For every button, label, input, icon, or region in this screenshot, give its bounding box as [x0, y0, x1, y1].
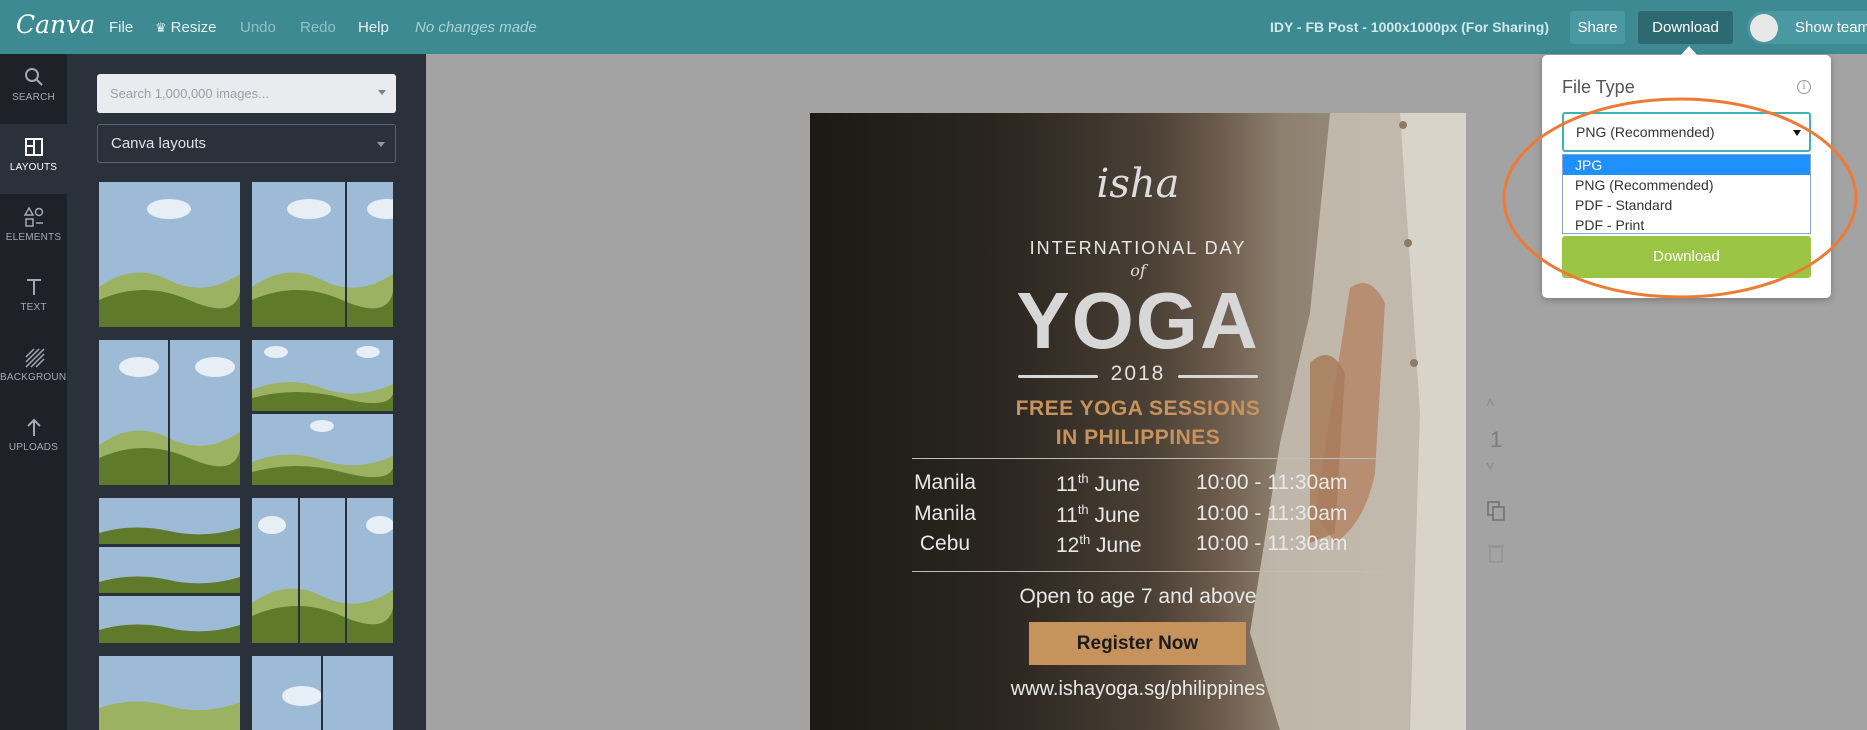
page-number: 1 [1490, 427, 1503, 452]
layouts-panel: Canva layouts [67, 54, 426, 730]
layout-thumbnail[interactable] [99, 340, 240, 485]
top-bar: Canva File ♛ Resize Undo Redo Help No cha… [0, 0, 1867, 54]
download-confirm-button[interactable]: Download [1562, 236, 1811, 278]
rail-item-elements[interactable]: ELEMENTS [0, 194, 67, 264]
layout-thumbnail[interactable] [99, 182, 240, 327]
intl-day-heading: INTERNATIONAL DAY [1029, 238, 1247, 258]
schedule-row: Manila 11th June 10:00 - 11:30am [810, 471, 1466, 501]
rail-item-uploads[interactable]: UPLOADS [0, 404, 67, 474]
file-type-select[interactable]: PNG (Recommended) [1562, 112, 1811, 152]
rail-item-layouts[interactable]: LAYOUTS [0, 124, 67, 194]
chevron-up-icon[interactable]: ˄ [1486, 394, 1494, 410]
chevron-down-icon [1793, 130, 1801, 136]
file-type-option-jpg[interactable]: JPG [1563, 155, 1810, 175]
rail-label: UPLOADS [8, 442, 59, 453]
schedule-time: 10:00 - 11:30am [1196, 502, 1348, 525]
layouts-icon [24, 138, 43, 156]
undo-button[interactable]: Undo [240, 19, 276, 36]
background-icon [24, 348, 45, 368]
website-url: www.ishayoga.sg/philippines [1010, 678, 1266, 700]
download-popup: File Type i PNG (Recommended) JPG PNG (R… [1542, 55, 1831, 298]
age-info: Open to age 7 and above [1019, 585, 1257, 608]
chevron-down-icon[interactable] [378, 90, 386, 95]
divider [1178, 375, 1258, 378]
schedule-city: Manila [914, 502, 976, 525]
chevron-down-icon[interactable]: ˅ [1486, 458, 1494, 474]
layout-thumbnail[interactable] [252, 182, 393, 327]
crown-icon: ♛ [155, 20, 167, 35]
resize-label: Resize [170, 19, 217, 36]
trash-icon[interactable] [1486, 542, 1506, 564]
schedule-time: 10:00 - 11:30am [1196, 471, 1348, 494]
rail-label: BACKGROUND [0, 372, 74, 383]
rail-label: ELEMENTS [5, 232, 62, 243]
show-team-toggle[interactable]: Show team [1747, 11, 1867, 44]
schedule-date: 12th June [1056, 532, 1142, 557]
file-type-option-png[interactable]: PNG (Recommended) [1563, 175, 1810, 195]
file-type-value: PNG (Recommended) [1576, 124, 1715, 140]
copy-page-icon[interactable] [1486, 500, 1506, 522]
layout-category-value: Canva layouts [111, 135, 207, 152]
rail-item-background[interactable]: BACKGROUND [0, 334, 74, 404]
rail-label: TEXT [20, 302, 47, 313]
schedule-city: Cebu [919, 532, 971, 555]
side-rail: SEARCH LAYOUTS ELEMENTS TEXT BACKGROUND … [0, 54, 74, 730]
image-search-input[interactable] [97, 74, 396, 113]
schedule-row: Manila 11th June 10:00 - 11:30am [810, 502, 1466, 532]
image-search[interactable] [97, 74, 396, 113]
divider [912, 458, 1386, 459]
file-menu[interactable]: File [109, 19, 133, 36]
rail-item-text[interactable]: TEXT [0, 264, 67, 334]
layout-thumbnail[interactable] [252, 498, 393, 643]
help-menu[interactable]: Help [358, 19, 389, 36]
file-type-options: JPG PNG (Recommended) PDF - Standard PDF… [1562, 154, 1811, 234]
redo-button[interactable]: Redo [300, 19, 336, 36]
text-icon [26, 279, 41, 295]
schedule-date: 11th June [1056, 502, 1141, 527]
rail-item-search[interactable]: SEARCH [0, 54, 67, 124]
schedule-row: Cebu 12th June 10:00 - 11:30am [810, 532, 1466, 562]
schedule-time: 10:00 - 11:30am [1196, 532, 1348, 555]
document-title[interactable]: IDY - FB Post - 1000x1000px (For Sharing… [1270, 19, 1549, 35]
layout-thumbnail[interactable] [252, 340, 393, 485]
register-now-label: Register Now [1029, 622, 1246, 665]
layout-thumbnail[interactable] [99, 656, 240, 730]
layout-thumbnail[interactable] [252, 656, 393, 730]
free-sessions-line2: IN PHILIPPINES [1055, 426, 1221, 449]
layout-thumbnail[interactable] [99, 498, 240, 643]
save-status: No changes made [415, 19, 537, 36]
free-sessions-line1: FREE YOGA SESSIONS [1015, 397, 1261, 420]
file-type-option-pdf-standard[interactable]: PDF - Standard [1563, 195, 1810, 215]
yoga-heading: YOGA [1016, 276, 1260, 365]
design-canvas[interactable]: isha INTERNATIONAL DAY of YOGA 2018 FREE… [810, 113, 1466, 730]
resize-menu[interactable]: ♛ Resize [155, 19, 217, 36]
rail-label: LAYOUTS [9, 162, 58, 173]
isha-logo: isha [1096, 161, 1180, 207]
search-icon [24, 68, 43, 86]
elements-icon [23, 206, 43, 227]
uploads-icon [26, 418, 41, 436]
toggle-knob [1750, 14, 1778, 42]
divider [912, 571, 1386, 572]
info-icon[interactable]: i [1797, 80, 1811, 94]
download-button[interactable]: Download [1638, 11, 1733, 44]
schedule-city: Manila [914, 471, 976, 494]
share-button[interactable]: Share [1570, 11, 1625, 44]
schedule-date: 11th June [1056, 471, 1141, 496]
layout-category-select[interactable]: Canva layouts [97, 124, 396, 163]
year-text: 2018 [1110, 362, 1166, 385]
canva-logo[interactable]: Canva [16, 10, 95, 39]
show-team-label: Show team [1795, 19, 1867, 36]
chevron-down-icon [377, 142, 385, 147]
rail-label: SEARCH [12, 92, 55, 103]
file-type-label: File Type [1562, 77, 1635, 97]
file-type-option-pdf-print[interactable]: PDF - Print [1563, 215, 1810, 235]
